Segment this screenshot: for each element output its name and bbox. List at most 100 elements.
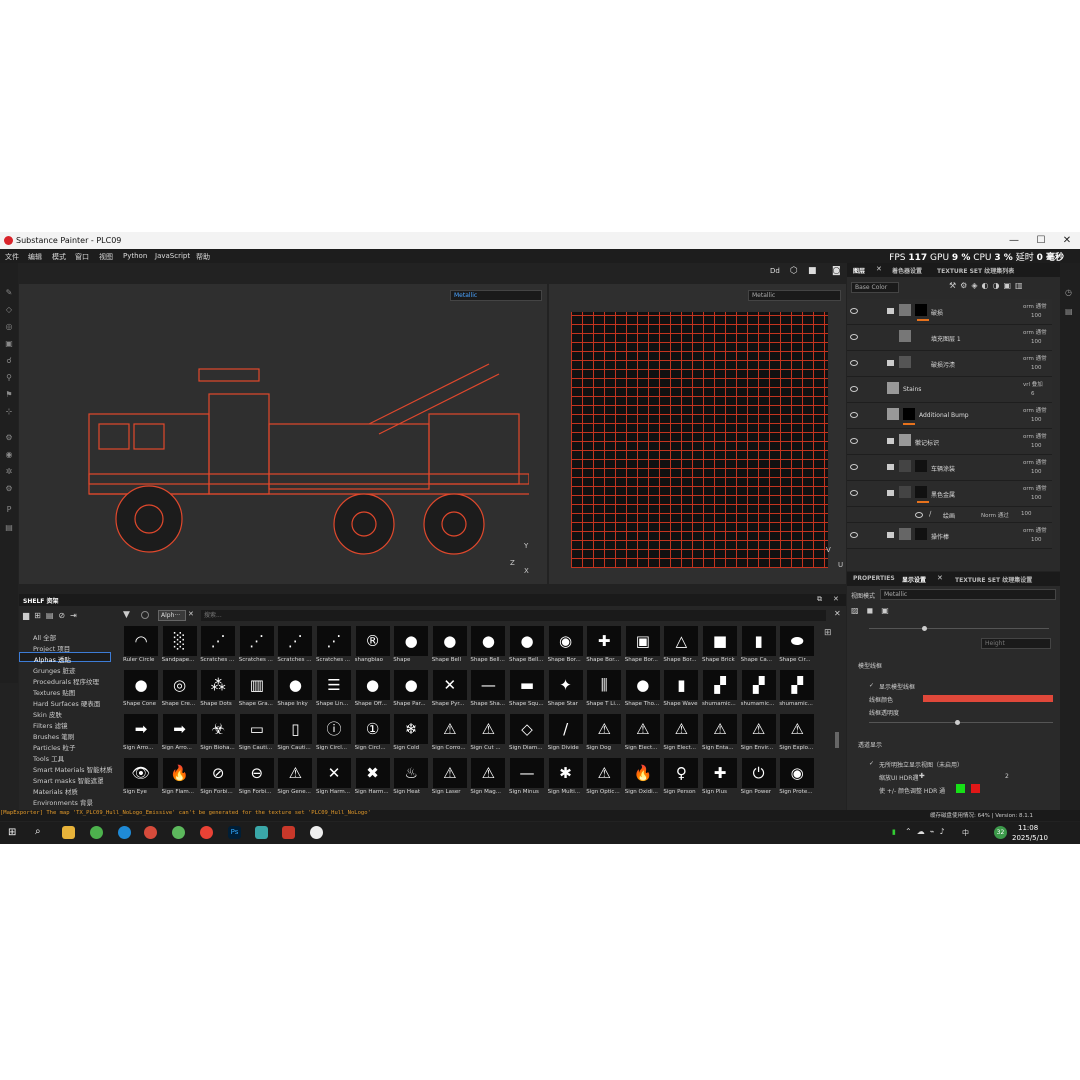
menu-edit[interactable]: 编辑	[28, 252, 42, 262]
shelf-item[interactable]: / Sign Divide	[548, 714, 584, 758]
layer-row[interactable]: 破损 orm 通常 100	[847, 299, 1052, 325]
shelf-item[interactable]: ◇ Sign Diam...	[509, 714, 545, 758]
shelf-item[interactable]: 🔥 Sign Flam...	[162, 758, 198, 802]
float-panel-icon[interactable]: ⧉	[817, 595, 822, 604]
shelf-item[interactable]: ✖ Sign Harm...	[355, 758, 391, 802]
visibility-eye-icon[interactable]	[850, 308, 858, 314]
layer-row[interactable]: 黑色金属 orm 通常 100	[847, 481, 1052, 507]
blend-mode[interactable]: orm 通常	[1023, 432, 1047, 440]
layer-toolbar[interactable]: ⚒⚙◈◐◑▣▥	[949, 281, 1027, 290]
shelf-item[interactable]: ▮ Shape Wave	[663, 670, 699, 714]
chrome-icon[interactable]	[90, 826, 103, 839]
temperature-badge[interactable]: 32	[994, 826, 1007, 839]
close-button[interactable]: ✕	[1057, 233, 1077, 248]
layer-row[interactable]: 操作棒 orm 通常 100	[847, 523, 1052, 549]
category-item[interactable]: Smart Materials 智能材质	[33, 764, 113, 774]
smudge-icon[interactable]: ☌	[4, 356, 14, 366]
green-swatch[interactable]	[956, 784, 965, 793]
filter-circle-icon[interactable]	[141, 611, 149, 619]
shelf-item[interactable]: ① Sign Circl...	[355, 714, 391, 758]
qq-icon[interactable]	[310, 826, 323, 839]
video-icon[interactable]: ■	[808, 266, 817, 276]
category-item[interactable]: Filters 滤镜	[33, 720, 68, 730]
settings-icon[interactable]: ⚙	[4, 433, 14, 443]
blend-mode[interactable]: orm 通常	[1023, 406, 1047, 414]
visibility-eye-icon[interactable]	[850, 334, 858, 340]
shelf-item[interactable]: ➡ Sign Arro...	[123, 714, 159, 758]
maximize-button[interactable]: ☐	[1031, 233, 1051, 248]
shelf-item[interactable]: ⚠ Sign Optic...	[586, 758, 622, 802]
menu-window[interactable]: 窗口	[75, 252, 89, 262]
shelf-item[interactable]: ◉ Sign Prote...	[779, 758, 815, 802]
blend-mode[interactable]: orm 通常	[1023, 526, 1047, 534]
shelf-item[interactable]: ░ Sandpape...	[162, 626, 198, 670]
blend-mode[interactable]: orm 通常	[1023, 302, 1047, 310]
clear-search-icon[interactable]: ✕	[834, 609, 841, 618]
shelf-item[interactable]: 🔥 Sign Oxidi...	[625, 758, 661, 802]
category-item[interactable]: Grunges 脏迹	[33, 665, 76, 675]
shelf-item[interactable]: ⚠ Sign Gene...	[277, 758, 313, 802]
blend-mode[interactable]: Norm 通过	[981, 511, 1009, 519]
photoshop-taskbar-icon[interactable]: Ps	[228, 826, 241, 839]
filter-icon[interactable]: ▼	[123, 610, 130, 620]
history-icon[interactable]: ◷	[1065, 288, 1072, 297]
visibility-eye-icon[interactable]	[850, 490, 858, 496]
shelf-item[interactable]: ● Shape	[393, 626, 429, 670]
opacity-value[interactable]: 100	[1031, 469, 1042, 475]
browser-icon[interactable]	[144, 826, 157, 839]
show-wire-checkbox[interactable]: ✓	[869, 682, 874, 689]
shelf-item[interactable]: ● Shape Off...	[355, 670, 391, 714]
viewport-uv[interactable]: Metallic V U	[549, 284, 846, 584]
shelf-item[interactable]: ⋰ Scratches ...	[316, 626, 352, 670]
visibility-eye-icon[interactable]	[850, 386, 858, 392]
visibility-eye-icon[interactable]	[850, 412, 858, 418]
effect-row[interactable]: ∕ 绘画 Norm 通过 100	[847, 507, 1052, 523]
shelf-item[interactable]: ■ Shape Brick	[702, 626, 738, 670]
menu-file[interactable]: 文件	[5, 252, 19, 262]
slider-thumb[interactable]	[922, 626, 927, 631]
cube-view-icon[interactable]: ⬡	[790, 266, 798, 276]
geometry-fill-icon[interactable]: ▣	[4, 339, 14, 349]
tray-icons[interactable]: ⌃☁⌁♪	[905, 827, 950, 836]
shelf-item[interactable]: ⚠ Sign Mag...	[470, 758, 506, 802]
category-item[interactable]: Textures 贴图	[33, 687, 75, 697]
view-mode-select[interactable]: Metallic	[880, 589, 1056, 600]
tab-texture-set-list[interactable]: TEXTURE SET 纹理集列表	[937, 266, 1014, 275]
shelf-scrollbar[interactable]	[835, 732, 839, 748]
tab-properties[interactable]: PROPERTIES	[853, 575, 895, 582]
shelf-item[interactable]: ⚠ Sign Enta...	[702, 714, 738, 758]
ie-icon[interactable]	[172, 826, 185, 839]
screenshot-icon[interactable]: ◙	[832, 266, 841, 276]
category-item[interactable]: Environments 背景	[33, 797, 93, 807]
shelf-item[interactable]: ⋰ Scratches ...	[200, 626, 236, 670]
shelf-item[interactable]: ▞ shumamic...	[779, 670, 815, 714]
filter-tag[interactable]: Alph···	[158, 610, 186, 621]
height-field[interactable]: Height	[981, 638, 1051, 649]
input-language[interactable]: 中	[962, 828, 969, 838]
shelf-item[interactable]: ⓘ Sign Circl...	[316, 714, 352, 758]
wire-color-swatch[interactable]	[923, 695, 1053, 702]
layer-row[interactable]: Additional Bump orm 通常 100	[847, 403, 1052, 429]
opacity-value[interactable]: 100	[1031, 495, 1042, 501]
shelf-item[interactable]: ● Shape Bell...	[470, 626, 506, 670]
blend-mode[interactable]: orm 通常	[1023, 354, 1047, 362]
shelf-item[interactable]: △ Shape Bor...	[663, 626, 699, 670]
shelf-item[interactable]: ✚ Shape Bor...	[586, 626, 622, 670]
close-shelf-icon[interactable]: ✕	[833, 595, 839, 603]
tab-layers[interactable]: 图层	[853, 266, 865, 275]
category-item[interactable]: Smart masks 智能遮罩	[33, 775, 104, 785]
channel-dropdown-uv[interactable]: Metallic	[748, 290, 841, 301]
picker-icon[interactable]: ⚑	[4, 390, 14, 400]
close-tab-icon[interactable]: ✕	[937, 574, 943, 582]
category-item[interactable]: Brushes 笔刷	[33, 731, 74, 741]
layer-row[interactable]: 车辆涂装 orm 通常 100	[847, 455, 1052, 481]
shelf-item[interactable]: ● Shape Bell...	[509, 626, 545, 670]
opacity-value[interactable]: 100	[1031, 339, 1042, 345]
shelf-item[interactable]: ➡ Sign Arro...	[162, 714, 198, 758]
shelf-item[interactable]: ▥ Shape Gra...	[239, 670, 275, 714]
selection-icon[interactable]: ⊹	[4, 407, 14, 417]
viewport-3d[interactable]: Metallic Y Z X	[19, 284, 547, 584]
shelf-item[interactable]: ⁂ Shape Dots	[200, 670, 236, 714]
shelf-item[interactable]: ▭ Sign Cauti...	[239, 714, 275, 758]
shelf-item[interactable]: ⊘ Sign Forbi...	[200, 758, 236, 802]
